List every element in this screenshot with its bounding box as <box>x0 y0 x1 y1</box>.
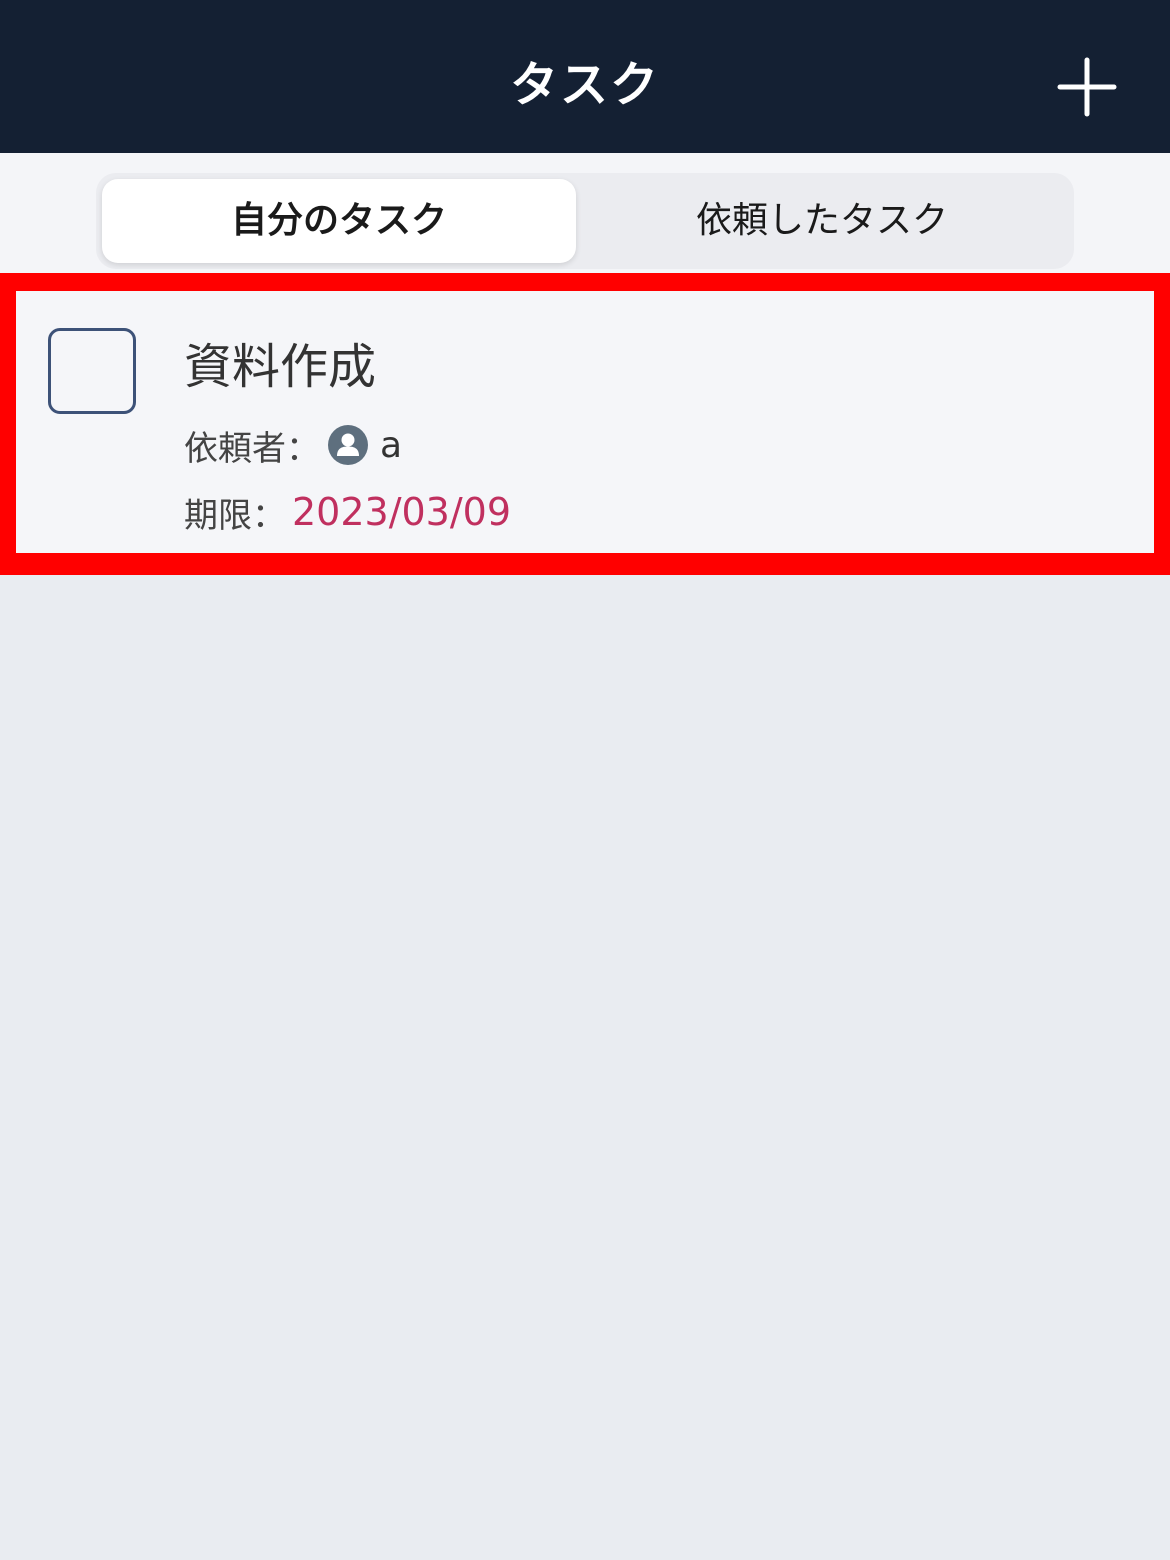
task-title: 資料作成 <box>184 339 377 395</box>
due-date-row: 期限： 2023/03/09 <box>184 488 511 536</box>
tab-my-tasks[interactable]: 自分のタスク <box>102 179 576 263</box>
tab-bar: 自分のタスク 依頼したタスク <box>0 153 1170 273</box>
requester-label: 依頼者： <box>184 428 320 469</box>
requester-name: a <box>380 424 403 466</box>
page-title: タスク <box>509 57 660 113</box>
user-avatar-icon <box>328 425 368 465</box>
tab-requested-tasks[interactable]: 依頼したタスク <box>576 179 1068 263</box>
add-task-button[interactable] <box>1050 52 1124 126</box>
task-item[interactable]: 資料作成 依頼者： a 期限： 2023/03/09 <box>0 273 1170 575</box>
due-date: 2023/03/09 <box>292 490 512 534</box>
task-complete-checkbox[interactable] <box>48 328 136 414</box>
segmented-control: 自分のタスク 依頼したタスク <box>96 173 1074 269</box>
app-header: タスク <box>0 0 1170 153</box>
requester-row: 依頼者： a <box>184 421 402 469</box>
plus-icon <box>1057 57 1117 117</box>
due-label: 期限： <box>184 495 286 536</box>
